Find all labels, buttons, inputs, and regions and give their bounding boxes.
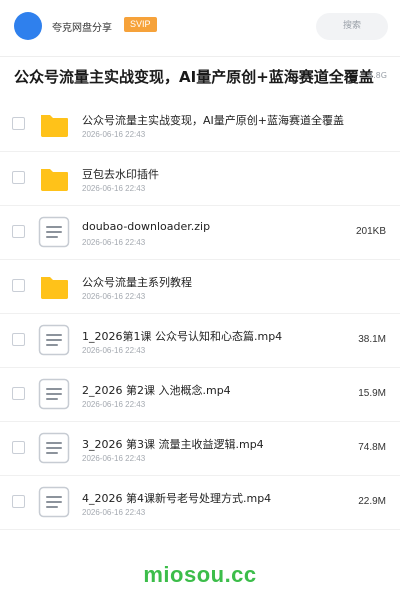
- file-name[interactable]: doubao-downloader.zip: [82, 220, 210, 233]
- watermark: miosou.cc: [143, 562, 257, 587]
- file-row[interactable]: 公众号流量主系列教程 2026-06-16 22:43: [0, 260, 400, 314]
- search-input[interactable]: 搜索: [316, 13, 388, 40]
- file-date: 2026-06-16 22:43: [82, 454, 146, 463]
- file-size: 74.8M: [358, 442, 386, 453]
- file-size: 15.9M: [358, 388, 386, 399]
- folder-icon: [38, 162, 70, 194]
- select-checkbox[interactable]: [12, 387, 25, 400]
- select-checkbox[interactable]: [12, 495, 25, 508]
- file-date: 2026-06-16 22:43: [82, 238, 146, 247]
- file-date: 2026-06-16 22:43: [82, 346, 146, 355]
- folder-icon: [38, 270, 70, 302]
- file-list: 公众号流量主实战变现，AI量产原创+蓝海赛道全覆盖 2026-06-16 22:4…: [0, 98, 400, 530]
- avatar[interactable]: [14, 12, 42, 40]
- file-row[interactable]: 豆包去水印插件 2026-06-16 22:43: [0, 152, 400, 206]
- folder-total-size: 4.8G: [368, 71, 387, 80]
- select-checkbox[interactable]: [12, 117, 25, 130]
- user-name[interactable]: 夸克网盘分享: [52, 19, 112, 34]
- file-name[interactable]: 2_2026 第2课 入池概念.mp4: [82, 382, 231, 398]
- file-name[interactable]: 4_2026 第4课新号老号处理方式.mp4: [82, 490, 271, 506]
- file-row[interactable]: doubao-downloader.zip 2026-06-16 22:43 201…: [0, 206, 400, 260]
- svip-badge: SVIP: [124, 17, 157, 32]
- file-name[interactable]: 豆包去水印插件: [82, 166, 159, 182]
- file-size: 22.9M: [358, 496, 386, 507]
- file-name[interactable]: 3_2026 第3课 流量主收益逻辑.mp4: [82, 436, 264, 452]
- file-row[interactable]: 1_2026第1课 公众号认知和心态篇.mp4 2026-06-16 22:43 3…: [0, 314, 400, 368]
- top-bar: 夸克网盘分享 SVIP 搜索: [0, 0, 400, 52]
- file-icon: [38, 216, 70, 248]
- file-size: 201KB: [355, 226, 386, 237]
- file-date: 2026-06-16 22:43: [82, 184, 146, 193]
- folder-title: 公众号流量主实战变现，AI量产原创+蓝海赛道全覆盖: [14, 68, 374, 86]
- file-size: 38.1M: [358, 334, 386, 345]
- file-date: 2026-06-16 22:43: [82, 292, 146, 301]
- select-checkbox[interactable]: [12, 225, 25, 238]
- file-icon: [38, 324, 70, 356]
- file-icon: [38, 486, 70, 518]
- folder-icon: [38, 108, 70, 140]
- file-row[interactable]: 3_2026 第3课 流量主收益逻辑.mp4 2026-06-16 22:43 74…: [0, 422, 400, 476]
- select-checkbox[interactable]: [12, 441, 25, 454]
- file-name[interactable]: 1_2026第1课 公众号认知和心态篇.mp4: [82, 328, 282, 344]
- select-checkbox[interactable]: [12, 171, 25, 184]
- file-date: 2026-06-16 22:43: [82, 400, 146, 409]
- file-row[interactable]: 4_2026 第4课新号老号处理方式.mp4 2026-06-16 22:43 22…: [0, 476, 400, 530]
- file-row[interactable]: 2_2026 第2课 入池概念.mp4 2026-06-16 22:43 15.9M: [0, 368, 400, 422]
- file-row[interactable]: 公众号流量主实战变现，AI量产原创+蓝海赛道全覆盖 2026-06-16 22:4…: [0, 98, 400, 152]
- folder-title-row: 公众号流量主实战变现，AI量产原创+蓝海赛道全覆盖: [14, 66, 386, 88]
- file-date: 2026-06-16 22:43: [82, 130, 146, 139]
- file-name[interactable]: 公众号流量主实战变现，AI量产原创+蓝海赛道全覆盖: [82, 112, 344, 128]
- file-icon: [38, 432, 70, 464]
- select-checkbox[interactable]: [12, 333, 25, 346]
- select-checkbox[interactable]: [12, 279, 25, 292]
- file-icon: [38, 378, 70, 410]
- file-date: 2026-06-16 22:43: [82, 508, 146, 517]
- header-divider: [0, 56, 400, 57]
- file-name[interactable]: 公众号流量主系列教程: [82, 274, 192, 290]
